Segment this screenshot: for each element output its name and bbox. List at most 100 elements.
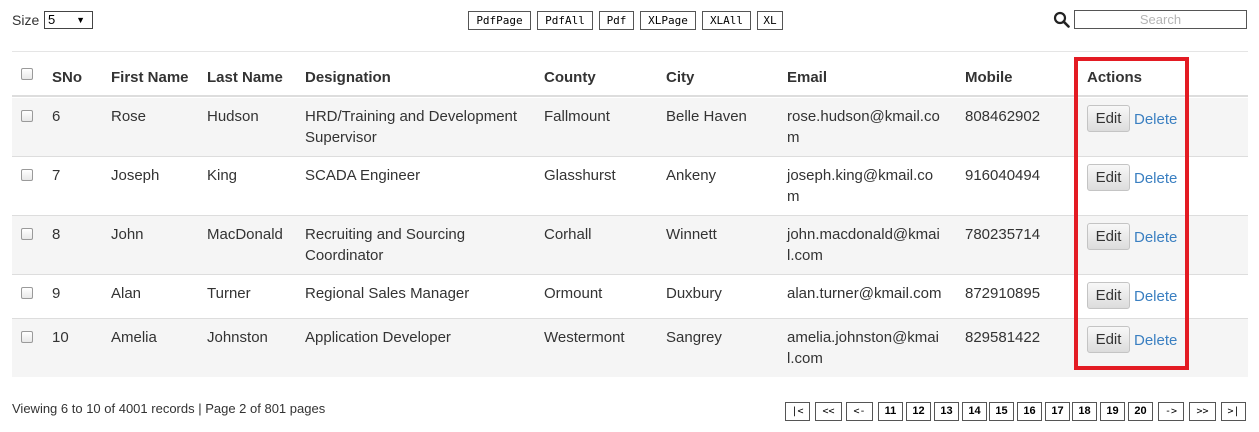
cell-first-name: Joseph xyxy=(111,167,160,184)
pager-next-block-button[interactable]: >> xyxy=(1189,402,1216,421)
cell-last-name: MacDonald xyxy=(207,226,283,243)
cell-county: Ormount xyxy=(544,285,603,302)
table-row: 8 John MacDonald Recruiting and Sourcing… xyxy=(12,216,1248,275)
cell-designation-line2: Supervisor xyxy=(305,129,377,146)
cell-sno: 9 xyxy=(52,285,61,302)
table-header-row: SNo First Name Last Name Designation Cou… xyxy=(12,52,1248,97)
cell-county: Fallmount xyxy=(544,108,610,125)
cell-city: Winnett xyxy=(666,226,717,243)
delete-link[interactable]: Delete xyxy=(1134,227,1177,248)
export-pdf-all-button[interactable]: PdfAll xyxy=(537,11,593,30)
table-row: 10 Amelia Johnston Application Developer… xyxy=(12,319,1248,377)
export-xl-page-button[interactable]: XLPage xyxy=(640,11,696,30)
cell-county: Westermont xyxy=(544,329,625,346)
cell-mobile: 916040494 xyxy=(965,167,1041,184)
cell-mobile: 829581422 xyxy=(965,329,1041,346)
column-header-county[interactable]: County xyxy=(544,67,596,88)
cell-designation-line1: Recruiting and Sourcing xyxy=(305,226,466,243)
delete-link[interactable]: Delete xyxy=(1134,109,1177,130)
cell-sno: 8 xyxy=(52,226,61,243)
edit-button[interactable]: Edit xyxy=(1087,282,1130,309)
cell-mobile: 808462902 xyxy=(965,108,1041,125)
cell-sno: 7 xyxy=(52,167,61,184)
cell-sno: 6 xyxy=(52,108,61,125)
search-icon[interactable] xyxy=(1053,11,1070,28)
cell-mobile: 872910895 xyxy=(965,285,1041,302)
cell-email-line2: l.com xyxy=(787,350,823,367)
column-header-sno[interactable]: SNo xyxy=(52,67,82,88)
pager-prev-block-button[interactable]: << xyxy=(815,402,842,421)
cell-last-name: Hudson xyxy=(207,108,259,125)
toolbar: Size 5 ▼ PdfPage PdfAll Pdf XLPage XLAll… xyxy=(0,0,1259,40)
cell-city: Duxbury xyxy=(666,285,722,302)
column-header-first-name[interactable]: First Name xyxy=(111,67,189,88)
column-header-city[interactable]: City xyxy=(666,67,694,88)
column-header-designation[interactable]: Designation xyxy=(305,67,391,88)
records-summary: Viewing 6 to 10 of 4001 records | Page 2… xyxy=(12,401,326,416)
cell-email-line1: joseph.king@kmail.co xyxy=(787,167,934,184)
column-header-mobile[interactable]: Mobile xyxy=(965,67,1013,88)
cell-sno: 10 xyxy=(52,329,69,346)
pager-page-19[interactable]: 19 xyxy=(1100,402,1125,421)
column-header-actions: Actions xyxy=(1087,69,1143,86)
row-checkbox[interactable] xyxy=(21,169,33,181)
export-pdf-button[interactable]: Pdf xyxy=(599,11,634,30)
delete-link[interactable]: Delete xyxy=(1134,168,1177,189)
cell-email-line1: rose.hudson@kmail.co xyxy=(787,108,940,125)
cell-email-line1: john.macdonald@kmai xyxy=(787,226,940,243)
edit-button[interactable]: Edit xyxy=(1087,326,1130,353)
pager-last-button[interactable]: >| xyxy=(1221,402,1246,421)
export-pdf-page-button[interactable]: PdfPage xyxy=(468,11,531,30)
page-size-value: 5 xyxy=(48,12,56,27)
cell-designation-line2: Coordinator xyxy=(305,247,384,264)
cell-first-name: Amelia xyxy=(111,329,157,346)
cell-designation-line1: Regional Sales Manager xyxy=(305,285,470,302)
pager-next-button[interactable]: -> xyxy=(1158,402,1184,421)
table-row: 9 Alan Turner Regional Sales Manager Orm… xyxy=(12,275,1248,319)
cell-email-line1: alan.turner@kmail.com xyxy=(787,285,942,302)
pager-page-12[interactable]: 12 xyxy=(906,402,931,421)
row-checkbox[interactable] xyxy=(21,331,33,343)
edit-button[interactable]: Edit xyxy=(1087,223,1130,250)
cell-first-name: Alan xyxy=(111,285,142,302)
search-input[interactable] xyxy=(1074,10,1247,29)
row-checkbox[interactable] xyxy=(21,287,33,299)
edit-button[interactable]: Edit xyxy=(1087,164,1130,191)
row-checkbox[interactable] xyxy=(21,228,33,240)
cell-last-name: Turner xyxy=(207,285,251,302)
pager-page-17[interactable]: 17 xyxy=(1045,402,1070,421)
pager-page-16[interactable]: 16 xyxy=(1017,402,1042,421)
pager-page-14[interactable]: 14 xyxy=(962,402,987,421)
cell-email-line2: m xyxy=(787,188,800,205)
delete-link[interactable]: Delete xyxy=(1134,330,1177,351)
column-header-last-name[interactable]: Last Name xyxy=(207,67,283,88)
page-size-select[interactable]: 5 ▼ xyxy=(44,11,93,29)
cell-first-name: John xyxy=(111,226,144,243)
pager-page-13[interactable]: 13 xyxy=(934,402,959,421)
cell-city: Ankeny xyxy=(666,167,717,184)
select-all-checkbox[interactable] xyxy=(21,68,33,80)
size-label: Size xyxy=(12,12,40,28)
export-xl-button[interactable]: XL xyxy=(757,11,783,30)
cell-county: Corhall xyxy=(544,226,592,243)
dropdown-arrow-icon: ▼ xyxy=(76,15,85,25)
cell-county: Glasshurst xyxy=(544,167,616,184)
edit-button[interactable]: Edit xyxy=(1087,105,1130,132)
table-row: 6 Rose Hudson HRD/Training and Developme… xyxy=(12,98,1248,157)
delete-link[interactable]: Delete xyxy=(1134,286,1177,307)
cell-first-name: Rose xyxy=(111,108,147,125)
cell-email-line1: amelia.johnston@kmai xyxy=(787,329,939,346)
export-xl-all-button[interactable]: XLAll xyxy=(702,11,751,30)
cell-mobile: 780235714 xyxy=(965,226,1041,243)
pager-page-18[interactable]: 18 xyxy=(1072,402,1097,421)
cell-designation-line1: HRD/Training and Development xyxy=(305,108,518,125)
cell-city: Sangrey xyxy=(666,329,722,346)
row-checkbox[interactable] xyxy=(21,110,33,122)
column-header-email[interactable]: Email xyxy=(787,67,827,88)
cell-email-line2: l.com xyxy=(787,247,823,264)
pager-prev-button[interactable]: <- xyxy=(846,402,873,421)
pager-page-11[interactable]: 11 xyxy=(878,402,903,421)
pager-first-button[interactable]: |< xyxy=(785,402,810,421)
pager-page-20[interactable]: 20 xyxy=(1128,402,1153,421)
pager-page-15[interactable]: 15 xyxy=(989,402,1014,421)
